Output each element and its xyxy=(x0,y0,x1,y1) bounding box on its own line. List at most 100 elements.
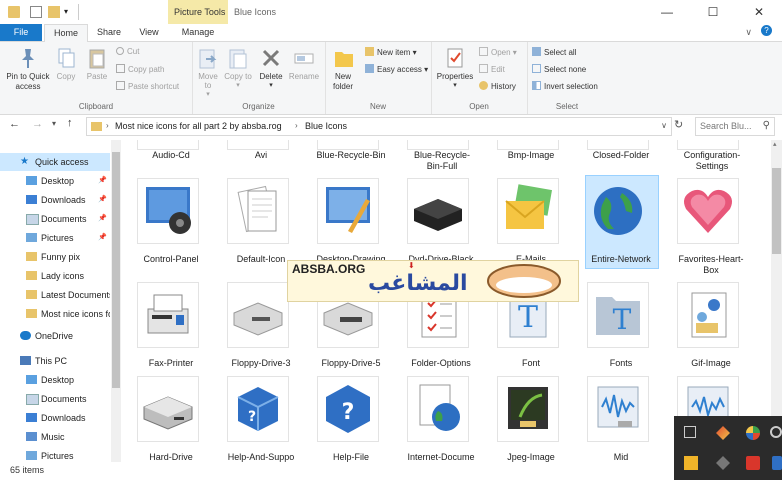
clipboard-group: Pin to Quick access Copy Paste Cut Copy … xyxy=(0,42,193,114)
nav-item-latest-documents[interactable]: Latest Documents xyxy=(0,286,110,304)
select-none-button[interactable]: Select none xyxy=(532,64,586,74)
checkmark-icon[interactable] xyxy=(30,6,42,18)
separator xyxy=(78,4,79,20)
nav-item-label: Pictures xyxy=(41,233,74,243)
ribbon-tabs: File Home Share View Manage ∨ ? xyxy=(0,24,782,42)
copy-button[interactable]: Copy xyxy=(54,46,78,81)
nav-onedrive[interactable]: OneDrive xyxy=(0,327,110,345)
content-scrollbar-thumb[interactable] xyxy=(772,168,781,254)
color-tray-icon[interactable] xyxy=(746,426,760,440)
screen-tray-icon[interactable] xyxy=(684,426,696,438)
scroll-up-icon[interactable]: ▴ xyxy=(773,140,777,148)
folder-icon[interactable] xyxy=(8,6,20,18)
nav-item-label: Downloads xyxy=(41,413,86,423)
paste-label: Paste xyxy=(86,72,108,81)
open-button[interactable]: Open ▾ xyxy=(479,47,517,57)
nav-item-label: Funny pix xyxy=(41,252,81,262)
recent-locations-icon[interactable]: ▾ xyxy=(52,119,56,128)
breadcrumb-parent[interactable]: Most nice icons for all part 2 by absba.… xyxy=(115,121,282,131)
delete-button[interactable]: Delete ▾ xyxy=(256,46,286,89)
nav-item-pictures[interactable]: Pictures 📌 xyxy=(0,229,110,247)
help-file-icon: ? xyxy=(317,376,379,442)
nav-pc-downloads[interactable]: Downloads xyxy=(0,409,110,427)
paste-button[interactable]: Paste xyxy=(84,46,110,81)
nav-item-documents[interactable]: Documents 📌 xyxy=(0,210,110,228)
help-icon[interactable]: ? xyxy=(761,25,772,36)
forward-icon[interactable]: → xyxy=(32,118,43,130)
file-name: Fax-Printer xyxy=(148,358,194,368)
tab-file[interactable]: File xyxy=(0,24,42,41)
nav-this-pc[interactable]: This PC xyxy=(0,352,110,370)
search-box[interactable]: Search Blu... ⚲ xyxy=(695,117,775,136)
customize-quick-access-icon[interactable]: ▾ xyxy=(64,6,76,18)
nav-item-downloads[interactable]: Downloads 📌 xyxy=(0,191,110,209)
edit-icon xyxy=(479,64,488,73)
easy-access-icon xyxy=(365,64,374,73)
easy-access-button[interactable]: Easy access ▾ xyxy=(365,64,428,74)
nav-item-funny-pix[interactable]: Funny pix xyxy=(0,248,110,266)
settings-tray-icon[interactable] xyxy=(770,426,782,438)
new-folder-button[interactable]: New folder xyxy=(329,46,359,92)
new-folder-icon xyxy=(333,46,355,70)
red-app-tray-icon[interactable] xyxy=(746,456,760,470)
blue-app-tray-icon[interactable] xyxy=(772,456,782,470)
properties-button[interactable]: Properties ▾ xyxy=(435,46,475,89)
breadcrumb-current[interactable]: Blue Icons xyxy=(305,121,347,131)
nav-scrollbar-thumb[interactable] xyxy=(112,152,120,388)
new-item-button[interactable]: New item ▾ xyxy=(365,47,417,57)
copy-to-button[interactable]: Copy to ▾ xyxy=(224,46,252,89)
properties-icon xyxy=(444,46,466,70)
address-dropdown-icon[interactable]: ∨ xyxy=(661,121,667,130)
folder-icon xyxy=(91,122,102,131)
rename-button[interactable]: Rename xyxy=(288,46,320,81)
up-icon[interactable]: ↑ xyxy=(67,117,73,129)
hard-drive-icon xyxy=(137,376,199,442)
cut-button[interactable]: Cut xyxy=(116,47,139,56)
nav-item-lady-icons[interactable]: Lady icons xyxy=(0,267,110,285)
nav-quick-access[interactable]: ★ Quick access xyxy=(0,153,110,171)
tab-view[interactable]: View xyxy=(132,24,166,41)
file-name: Gif-Image xyxy=(691,358,731,368)
default-icon-icon xyxy=(227,178,289,244)
search-icon[interactable]: ⚲ xyxy=(763,120,770,131)
search-input[interactable]: Search Blu... xyxy=(700,121,752,131)
copy-icon xyxy=(55,46,77,70)
nav-item-desktop[interactable]: Desktop 📌 xyxy=(0,172,110,190)
minimize-button[interactable]: — xyxy=(644,0,690,24)
address-bar[interactable]: › Most nice icons for all part 2 by absb… xyxy=(86,117,672,136)
back-icon[interactable]: ← xyxy=(9,118,20,130)
k-app-tray-icon[interactable] xyxy=(684,456,698,470)
close-button[interactable]: ✕ xyxy=(736,0,782,24)
refresh-icon[interactable]: ↻ xyxy=(674,118,683,131)
documents-icon xyxy=(26,214,39,225)
new-folder-label: New folder xyxy=(332,72,353,91)
select-group: Select all Select none Invert selection … xyxy=(527,42,607,114)
nav-item-most-nice-icons[interactable]: Most nice icons for xyxy=(0,305,110,323)
collapse-ribbon-icon[interactable]: ∨ xyxy=(745,27,752,38)
rename-label: Rename xyxy=(288,72,320,81)
nav-pc-documents[interactable]: Documents xyxy=(0,390,110,408)
copy-path-button[interactable]: Copy path xyxy=(116,64,164,74)
tab-manage[interactable]: Manage xyxy=(170,24,226,41)
invert-selection-button[interactable]: Invert selection xyxy=(532,81,598,91)
new-folder-icon[interactable] xyxy=(48,6,60,18)
folder-icon xyxy=(26,309,37,318)
tab-share[interactable]: Share xyxy=(92,24,126,41)
move-to-button[interactable]: Move to ▾ xyxy=(194,46,222,98)
select-all-button[interactable]: Select all xyxy=(532,47,576,57)
paste-shortcut-button[interactable]: Paste shortcut xyxy=(116,81,179,91)
history-button[interactable]: History xyxy=(479,81,516,91)
nav-pc-desktop[interactable]: Desktop xyxy=(0,371,110,389)
maximize-button[interactable]: ☐ xyxy=(690,0,736,24)
nav-pc-music[interactable]: Music xyxy=(0,428,110,446)
svg-text:T: T xyxy=(613,303,632,336)
app-tray-icon[interactable] xyxy=(716,426,730,440)
open-group-label: Open xyxy=(469,102,489,111)
edit-button[interactable]: Edit xyxy=(479,64,505,74)
pin-to-quick-access-button[interactable]: Pin to Quick access xyxy=(4,46,52,92)
properties-label: Properties xyxy=(436,72,474,81)
file-name: Font xyxy=(521,358,540,368)
documents-icon xyxy=(26,394,39,405)
diamond-tray-icon[interactable] xyxy=(716,456,730,470)
tab-home[interactable]: Home xyxy=(44,24,88,42)
